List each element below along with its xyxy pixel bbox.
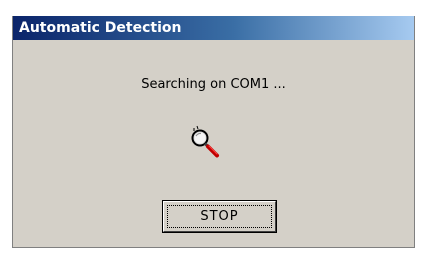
stop-button-label: STOP	[200, 209, 239, 224]
status-message: Searching on COM1 ...	[141, 77, 286, 92]
search-magnifier-icon	[191, 125, 219, 158]
stop-button-focus-rect: STOP	[167, 205, 272, 228]
stop-button[interactable]: STOP	[163, 201, 276, 232]
window-title: Automatic Detection	[19, 20, 182, 36]
title-bar[interactable]: Automatic Detection	[13, 16, 414, 40]
automatic-detection-dialog: Automatic Detection Searching on COM1 ..…	[12, 16, 415, 248]
